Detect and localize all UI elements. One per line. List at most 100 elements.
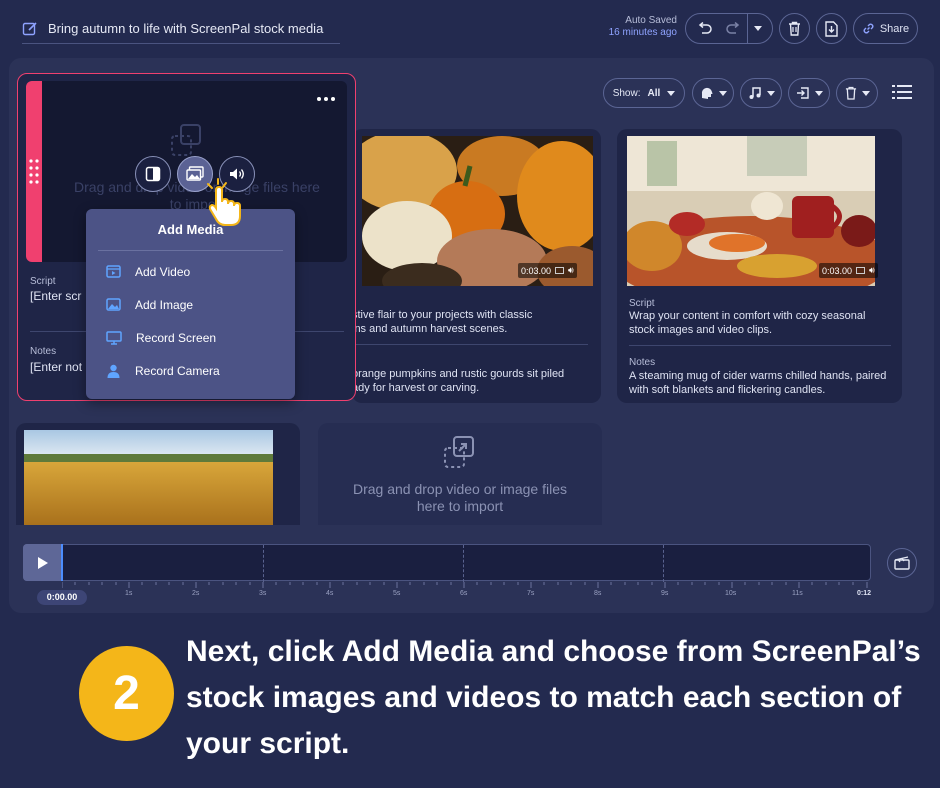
timeline-track[interactable] (23, 544, 871, 582)
delete-project-button[interactable] (779, 13, 810, 44)
duration-badge: 0:03.00 🔊︎ (518, 263, 577, 278)
wheat-thumbnail[interactable] (24, 430, 273, 525)
import-dropzone[interactable]: Drag and drop video or image files here … (318, 423, 602, 525)
share-button[interactable]: Share (853, 13, 918, 44)
tick-label: 7s (527, 590, 535, 597)
storyboard-card-2[interactable]: 0:03.00 🔊︎ stive flair to your projects … (352, 129, 601, 403)
volume-icon: 🔊︎ (568, 265, 574, 275)
menu-item-add-image[interactable]: Add Image (86, 288, 295, 321)
play-icon (37, 556, 48, 569)
monitor-icon (106, 330, 122, 345)
storyboard-card-3[interactable]: 0:03.00 🔊︎ Script Wrap your content in c… (617, 129, 902, 403)
undo-redo-group (685, 13, 773, 44)
tick-label: 5s (393, 590, 401, 597)
step-number-badge: 2 (79, 646, 174, 741)
image-stack-icon (186, 166, 204, 181)
export-button[interactable] (816, 13, 847, 44)
chevron-down-icon (814, 90, 823, 96)
menu-item-label: Record Camera (135, 363, 220, 378)
project-title: Bring autumn to life with ScreenPal stoc… (48, 21, 324, 36)
script-input[interactable]: [Enter scr (30, 289, 81, 303)
duration-badge: 0:03.00 🔊︎ (819, 263, 878, 278)
autosave-time: 16 minutes ago (608, 27, 677, 38)
timeline-marker (663, 545, 664, 582)
menu-item-add-video[interactable]: Add Video (86, 255, 295, 288)
edit-icon (22, 21, 37, 35)
tick-label: 2s (192, 590, 200, 597)
tick-label: 11s (792, 590, 803, 597)
dropzone-text: Drag and drop video or image files here … (352, 481, 567, 514)
delete-menu-button[interactable] (836, 78, 878, 108)
notes-label: Notes (30, 346, 57, 357)
notes-text[interactable]: A steaming mug of cider warms chilled ha… (629, 369, 891, 397)
menu-item-label: Add Video (135, 264, 191, 279)
drag-grip-icon (29, 159, 39, 184)
import-media-icon (171, 124, 201, 156)
music-menu-button[interactable] (740, 78, 782, 108)
tick-label: 9s (661, 590, 669, 597)
caption-text: Next, click Add Media and choose from Sc… (186, 635, 921, 760)
image-icon (106, 298, 121, 311)
divider (629, 345, 891, 346)
list-icon (892, 85, 912, 99)
speaking-head-icon (701, 87, 712, 99)
export-file-icon (825, 20, 838, 37)
redo-icon[interactable] (725, 21, 741, 36)
show-value: All (647, 87, 661, 99)
duration-text: 0:03.00 (822, 265, 853, 276)
volume-icon: 🔊︎ (869, 265, 875, 275)
autosave-label: Auto Saved (625, 15, 677, 26)
wheat-field-image (24, 430, 273, 525)
project-title-field[interactable]: Bring autumn to life with ScreenPal stoc… (22, 14, 340, 44)
add-media-menu: Add Media Add Video Add Image Record Scr… (86, 209, 295, 399)
hand-cursor-icon (207, 178, 241, 226)
show-label: Show: (612, 87, 641, 99)
notes-input[interactable]: [Enter not (30, 360, 82, 374)
timeline-marker (263, 545, 264, 582)
drag-handle[interactable] (26, 81, 42, 262)
end-time: 0:12 (857, 590, 872, 597)
notes-label: Notes (629, 357, 656, 368)
tick-label: 8s (594, 590, 602, 597)
menu-item-record-screen[interactable]: Record Screen (86, 321, 295, 354)
more-options-icon[interactable] (316, 89, 336, 107)
import-menu-button[interactable] (788, 78, 830, 108)
tick-label: 1s (125, 590, 133, 597)
import-media-icon (444, 436, 474, 468)
autosave-status: Auto Saved 16 minutes ago (609, 15, 677, 39)
chevron-down-icon (861, 90, 870, 96)
script-label: Script (629, 298, 655, 309)
clapperboard-icon (894, 556, 910, 570)
music-note-icon (749, 87, 761, 99)
share-label: Share (879, 22, 910, 35)
script-text[interactable]: Wrap your content in comfort with cozy s… (629, 309, 891, 337)
timeline-ruler (62, 582, 868, 588)
tick-label: 4s (326, 590, 334, 597)
add-media-title: Add Media (98, 209, 283, 251)
tick-label: 10s (725, 590, 737, 597)
current-time: 0:00.00 (37, 590, 87, 605)
script-text[interactable]: stive flair to your projects with classi… (352, 308, 592, 336)
undo-icon[interactable] (697, 21, 713, 36)
play-button[interactable] (23, 544, 62, 581)
storyboard-card-4[interactable] (16, 423, 300, 525)
person-icon (107, 364, 120, 378)
divider (352, 344, 588, 345)
add-transition-button[interactable] (135, 156, 171, 192)
notes-text[interactable]: orange pumpkins and rustic gourds sit pi… (352, 367, 592, 395)
show-filter-dropdown[interactable]: Show: All (603, 78, 685, 108)
chevron-down-icon (766, 90, 775, 96)
playhead[interactable] (61, 544, 63, 581)
trash-icon (789, 21, 800, 36)
timeline-marker (463, 545, 464, 582)
caption-icon (856, 267, 866, 274)
video-icon (106, 265, 121, 278)
voice-menu-button[interactable] (692, 78, 734, 108)
link-icon (863, 23, 874, 34)
list-view-toggle[interactable] (892, 84, 912, 105)
history-dropdown-icon[interactable] (753, 26, 762, 31)
menu-item-record-camera[interactable]: Record Camera (86, 354, 295, 387)
caption-icon (555, 267, 565, 274)
timeline-settings-button[interactable] (887, 548, 917, 578)
import-icon (796, 87, 809, 99)
